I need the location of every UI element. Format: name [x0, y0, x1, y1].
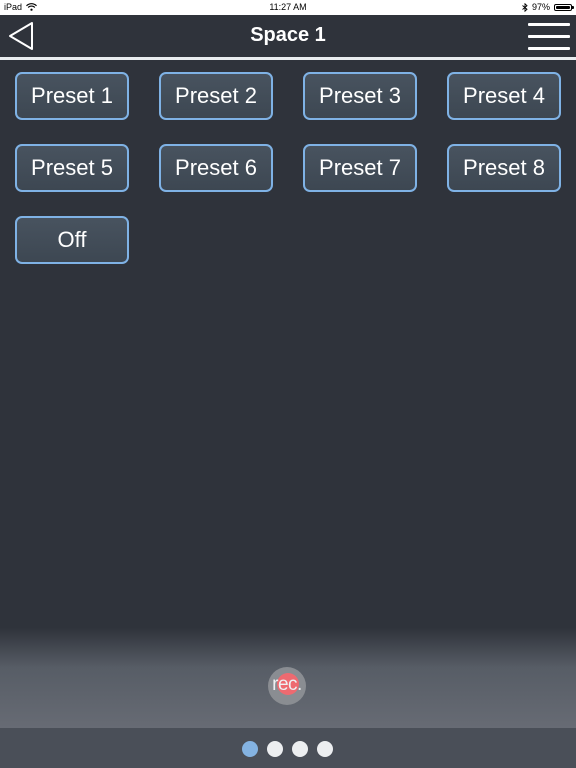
status-time: 11:27 AM	[269, 2, 307, 12]
preset-6-button[interactable]: Preset 6	[159, 144, 273, 192]
nav-bar: Space 1	[0, 15, 576, 57]
page-dot-3[interactable]	[292, 741, 308, 757]
off-button[interactable]: Off	[15, 216, 129, 264]
hamburger-menu-icon	[528, 23, 570, 26]
record-label: rec.	[272, 674, 302, 695]
page-dot-1[interactable]	[242, 741, 258, 757]
record-button[interactable]: rec.	[268, 667, 306, 705]
hamburger-menu-icon-line	[528, 47, 570, 50]
page-title: Space 1	[250, 24, 326, 46]
preset-2-button[interactable]: Preset 2	[159, 72, 273, 120]
status-right: 97%	[522, 2, 574, 12]
hamburger-menu-icon-line	[528, 35, 570, 38]
battery-level	[556, 5, 570, 9]
preset-1-button[interactable]: Preset 1	[15, 72, 129, 120]
page-dot-2[interactable]	[267, 741, 283, 757]
page-dot-4[interactable]	[317, 741, 333, 757]
bluetooth-icon	[522, 2, 528, 12]
nav-divider	[0, 57, 576, 60]
preset-7-button[interactable]: Preset 7	[303, 144, 417, 192]
battery-icon	[554, 3, 574, 11]
preset-3-button[interactable]: Preset 3	[303, 72, 417, 120]
preset-8-button[interactable]: Preset 8	[447, 144, 561, 192]
status-bar: iPad 11:27 AM 97%	[0, 0, 576, 15]
menu-button[interactable]	[528, 21, 570, 51]
preset-4-button[interactable]: Preset 4	[447, 72, 561, 120]
battery-percent: 97%	[531, 2, 550, 12]
preset-5-button[interactable]: Preset 5	[15, 144, 129, 192]
page-indicator-bar	[0, 728, 576, 768]
